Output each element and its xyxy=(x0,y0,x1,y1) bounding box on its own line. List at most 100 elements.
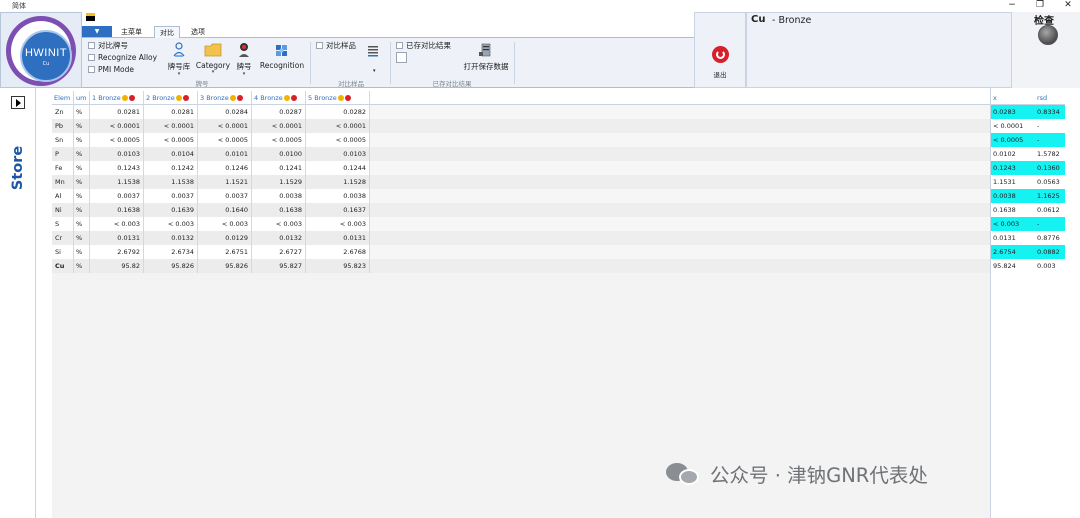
value-cell: 2.6751 xyxy=(198,245,252,259)
table-row[interactable]: Al% 0.0037 0.0037 0.0037 0.0038 0.0038 xyxy=(52,189,990,203)
element-cell: Fe xyxy=(52,161,74,175)
value-cell: 0.1241 xyxy=(252,161,306,175)
value-cell: 0.0131 xyxy=(306,231,370,245)
sample-info-icon[interactable] xyxy=(337,95,344,101)
value-cell: 0.0281 xyxy=(144,105,198,119)
category-button[interactable]: Category ▾ xyxy=(194,42,232,75)
sample-delete-icon[interactable] xyxy=(290,95,297,101)
table-row[interactable]: Mn% 1.1538 1.1538 1.1521 1.1529 1.1528 xyxy=(52,175,990,189)
restore-button[interactable]: ❐ xyxy=(1030,0,1050,10)
unit-cell: % xyxy=(74,245,90,259)
recognize-alloy-checkbox[interactable]: Recognize Alloy xyxy=(88,52,157,62)
table-row[interactable]: S% < 0.003 < 0.003 < 0.003 < 0.003 < 0.003 xyxy=(52,217,990,231)
open-saved-data-button[interactable]: 打开保存数据 xyxy=(460,42,512,72)
value-cell: < 0.0001 xyxy=(198,119,252,133)
stats-row[interactable]: < 0.0001 - xyxy=(991,119,1067,133)
stats-row[interactable]: < 0.0005- xyxy=(991,133,1067,147)
value-cell: 0.1638 xyxy=(252,203,306,217)
sample-info-icon[interactable] xyxy=(229,95,236,101)
stats-row[interactable]: 0.1638 0.0612 xyxy=(991,203,1067,217)
stats-column-header: rsd xyxy=(1035,91,1065,105)
element-cell: Pb xyxy=(52,119,74,133)
sample-delete-icon[interactable] xyxy=(128,95,135,101)
close-button[interactable]: ✕ xyxy=(1058,0,1078,10)
value-cell: 0.0100 xyxy=(252,147,306,161)
sample-delete-icon[interactable] xyxy=(182,95,189,101)
recognition-button[interactable]: Recognition xyxy=(258,42,306,70)
sample-info-icon[interactable] xyxy=(121,95,128,101)
unit-cell: % xyxy=(74,119,90,133)
compare-sample-checkbox[interactable]: 对比样品 xyxy=(316,40,356,50)
compare-grade-checkbox[interactable]: 对比牌号 xyxy=(88,40,128,50)
table-row[interactable]: Fe% 0.1243 0.1242 0.1246 0.1241 0.1244 xyxy=(52,161,990,175)
value-cell: 1.1521 xyxy=(198,175,252,189)
stats-row[interactable]: 2.6754 0.0882 xyxy=(991,245,1067,259)
saved-results-select[interactable] xyxy=(396,52,407,63)
power-icon[interactable] xyxy=(712,46,729,63)
value-cell: 1.1529 xyxy=(252,175,306,189)
element-cell: Cr xyxy=(52,231,74,245)
quick-access-icon[interactable] xyxy=(86,13,95,21)
table-row[interactable]: Pb% < 0.0001 < 0.0001 < 0.0001 < 0.0001 < 0.0… xyxy=(52,119,990,133)
value-cell: 95.826 xyxy=(198,259,252,273)
column-header[interactable]: um xyxy=(74,91,90,105)
tab-compare[interactable]: 对比 xyxy=(154,26,180,38)
column-header[interactable]: 2 Bronze xyxy=(144,91,198,105)
value-cell: < 0.003 xyxy=(198,217,252,231)
app-menu-button[interactable]: ▼ xyxy=(82,26,112,37)
value-cell: 95.826 xyxy=(144,259,198,273)
table-row[interactable]: Zn% 0.0281 0.0281 0.0284 0.0287 0.0282 xyxy=(52,105,990,119)
table-row[interactable]: Cu% 95.82 95.826 95.826 95.827 95.823 xyxy=(52,259,990,273)
table-row[interactable]: Ni% 0.1638 0.1639 0.1640 0.1638 0.1637 xyxy=(52,203,990,217)
stats-row[interactable]: 95.824 0.003 xyxy=(991,259,1067,273)
app-logo[interactable]: HWINIT Cu xyxy=(0,12,82,88)
table-row[interactable]: Si% 2.6792 2.6734 2.6751 2.6727 2.6768 xyxy=(52,245,990,259)
stats-row[interactable]: < 0.003- xyxy=(991,217,1067,231)
stats-row[interactable]: 0.0131 0.8776 xyxy=(991,231,1067,245)
tab-main-menu[interactable]: 主菜单 xyxy=(116,26,147,38)
column-header[interactable]: Elem xyxy=(52,91,74,105)
sample-delete-icon[interactable] xyxy=(344,95,351,101)
pmi-mode-checkbox[interactable]: PMI Mode xyxy=(88,64,134,74)
value-cell: 2.6734 xyxy=(144,245,198,259)
mean-value: 0.0131 xyxy=(993,234,1016,242)
sample-list-button[interactable] xyxy=(366,44,382,63)
value-cell: 0.0037 xyxy=(144,189,198,203)
value-cell: < 0.0005 xyxy=(90,133,144,147)
stats-row[interactable]: 0.1243 0.1360 xyxy=(991,161,1067,175)
table-row[interactable]: Sn% < 0.0005 < 0.0005 < 0.0005 < 0.0005 < 0.0… xyxy=(52,133,990,147)
column-header[interactable]: 4 Bronze xyxy=(252,91,306,105)
grade-button[interactable]: 牌号 ▾ xyxy=(234,42,254,77)
mean-value: 0.1638 xyxy=(993,206,1016,214)
element-cell: Ni xyxy=(52,203,74,217)
value-cell: < 0.0005 xyxy=(198,133,252,147)
column-header[interactable]: 1 Bronze xyxy=(90,91,144,105)
column-header[interactable]: 5 Bronze xyxy=(306,91,370,105)
value-cell: 0.1246 xyxy=(198,161,252,175)
stats-column-header: x xyxy=(991,91,1035,105)
status-lamp-icon[interactable] xyxy=(1038,25,1058,45)
sample-info-icon[interactable] xyxy=(283,95,290,101)
play-button[interactable] xyxy=(11,96,25,109)
main-area: Elem um 1 Bronze 2 Bronze 3 Bronze 4 Bronze 5 … xyxy=(36,88,990,518)
rsd-value: 0.003 xyxy=(1037,262,1056,270)
rsd-value: 0.8776 xyxy=(1037,234,1060,242)
ribbon-body: 对比牌号 Recognize Alloy PMI Mode 牌号库 ▾ Cate… xyxy=(82,38,694,88)
table-row[interactable]: P% 0.0103 0.0104 0.0101 0.0100 0.0103 xyxy=(52,147,990,161)
grade-library-button[interactable]: 牌号库 ▾ xyxy=(166,42,192,77)
sample-info-icon[interactable] xyxy=(175,95,182,101)
minimize-button[interactable]: − xyxy=(1002,0,1022,10)
column-header[interactable]: 3 Bronze xyxy=(198,91,252,105)
stats-row[interactable]: 0.0102 1.5782 xyxy=(991,147,1067,161)
sample-dropdown-caret[interactable]: ▾ xyxy=(373,68,376,74)
tab-options[interactable]: 选项 xyxy=(186,26,210,38)
value-cell: 0.0101 xyxy=(198,147,252,161)
sample-delete-icon[interactable] xyxy=(236,95,243,101)
table-row[interactable]: Cr% 0.0131 0.0132 0.0129 0.0132 0.0131 xyxy=(52,231,990,245)
stats-row[interactable]: 1.1531 0.0563 xyxy=(991,175,1067,189)
check-panel: 检查 xyxy=(1012,12,1080,88)
stats-row[interactable]: 0.0283 0.8334 xyxy=(991,105,1067,119)
rsd-value: 0.0612 xyxy=(1037,206,1060,214)
stats-row[interactable]: 0.0038 1.1625 xyxy=(991,189,1067,203)
saved-results-checkbox[interactable]: 已存对比结果 xyxy=(396,40,451,50)
